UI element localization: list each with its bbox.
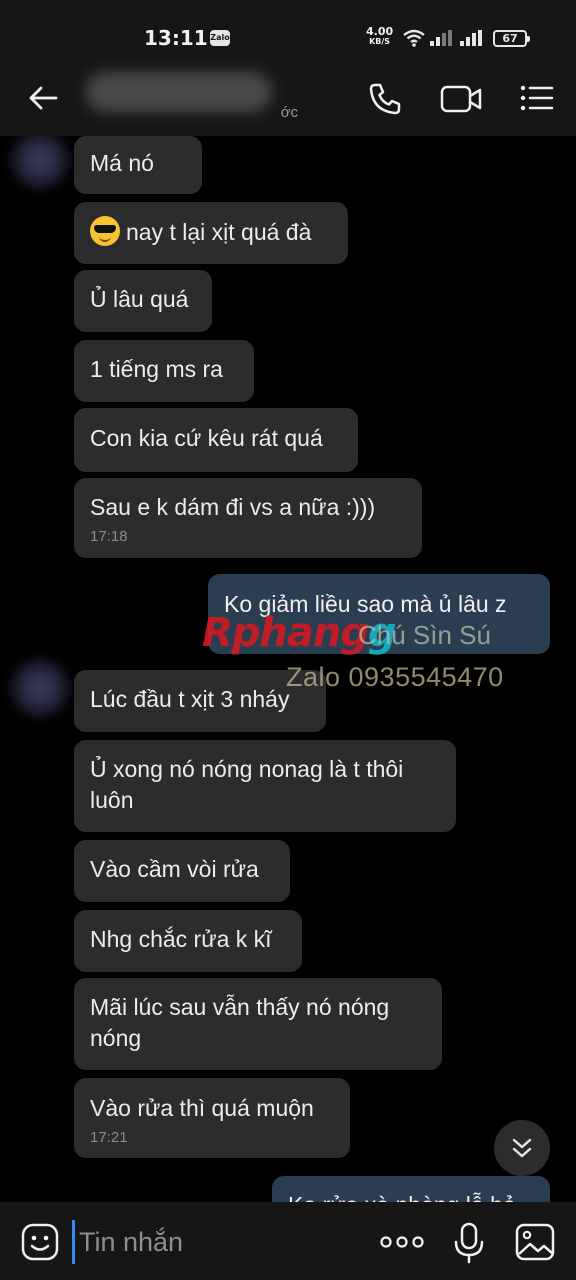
message-bubble[interactable]: Má nó: [74, 136, 202, 194]
battery-icon: 67: [493, 30, 530, 47]
message-composer: [0, 1202, 576, 1280]
message-text: Vào cầm vòi rửa: [90, 856, 259, 882]
message-text: 1 tiếng ms ra: [90, 356, 223, 382]
scroll-to-bottom-button[interactable]: [494, 1120, 550, 1176]
message-text-content: nay t lại xịt quá đà: [126, 219, 312, 245]
message-text: Sau e k dám đi vs a nữa :))): [90, 494, 376, 520]
message-text: Con kia cứ kêu rát quá: [90, 425, 323, 451]
cool-sunglasses-emoji-icon: [90, 216, 120, 246]
message-bubble[interactable]: nay t lại xịt quá đà: [74, 202, 348, 264]
phone-icon[interactable]: [366, 80, 404, 118]
outgoing-message-bubble[interactable]: Ko rửa xà phòng lỗ bỏ: [272, 1176, 550, 1202]
more-options-icon[interactable]: [378, 1230, 426, 1254]
message-bubble[interactable]: Mãi lúc sau vẫn thấy nó nóng nóng: [74, 978, 442, 1070]
message-text: Má nó: [90, 150, 154, 176]
message-bubble[interactable]: Ủ xong nó nóng nonag là t thôi luôn: [74, 740, 456, 832]
message-bubble[interactable]: Ủ lâu quá: [74, 270, 212, 332]
message-text: Mãi lúc sau vẫn thấy nó nóng: [90, 994, 390, 1020]
signal-sim2-icon: [460, 30, 482, 46]
message-bubble[interactable]: Sau e k dám đi vs a nữa :))) 17:18: [74, 478, 422, 558]
network-speed-unit: KB/S: [369, 37, 391, 46]
message-text: Ko rửa xà phòng lỗ bỏ: [288, 1190, 534, 1202]
menu-list-icon[interactable]: [520, 82, 554, 114]
contact-status: ớc: [280, 104, 298, 121]
back-arrow-icon[interactable]: [26, 80, 62, 116]
message-text: nay t lại xịt quá đà: [90, 216, 332, 248]
message-bubble[interactable]: Vào rửa thì quá muộn 17:21: [74, 1078, 350, 1158]
message-text: Ủ lâu quá: [90, 286, 189, 312]
status-time: 13:11: [144, 26, 208, 50]
message-text: Nhg chắc rửa k kĩ: [90, 926, 272, 952]
message-time: 17:21: [90, 1129, 128, 1146]
watermark-subtitle: Chú Sìn Sú: [358, 620, 491, 650]
watermark-contact: Zalo 0935545470: [286, 662, 504, 692]
message-bubble[interactable]: Vào cầm vòi rửa: [74, 840, 290, 902]
emoji-sticker-icon[interactable]: [20, 1222, 60, 1262]
message-text: Vào rửa thì quá muộn: [90, 1095, 314, 1121]
message-bubble[interactable]: 1 tiếng ms ra: [74, 340, 254, 402]
contact-avatar[interactable]: [10, 136, 70, 190]
message-text-line2: nóng: [90, 1025, 142, 1051]
message-bubble[interactable]: Nhg chắc rửa k kĩ: [74, 910, 302, 972]
wifi-icon: [403, 29, 425, 47]
video-call-icon[interactable]: [440, 82, 482, 116]
image-gallery-icon[interactable]: [514, 1222, 556, 1262]
contact-avatar[interactable]: [10, 658, 70, 718]
message-text-line2: luôn: [90, 787, 134, 813]
message-text: Lúc đầu t xịt 3 nháy: [90, 686, 290, 712]
network-speed: 4.00 KB/S: [366, 26, 393, 47]
status-bar: 13:11 Zalo 4.00 KB/S 67: [0, 0, 576, 60]
zalo-notification-icon: Zalo: [210, 30, 230, 46]
message-time: 17:18: [90, 528, 128, 545]
message-bubble[interactable]: Con kia cứ kêu rát quá: [74, 408, 358, 472]
watermark-logo-part1: Rphang: [202, 610, 369, 656]
message-text: Ủ xong nó nóng nonag là t thôi: [90, 756, 404, 782]
chat-header: ớc: [0, 60, 576, 136]
microphone-icon[interactable]: [450, 1222, 488, 1264]
message-input[interactable]: [72, 1220, 342, 1264]
double-chevron-down-icon: [512, 1138, 532, 1158]
signal-sim1-icon: [430, 30, 452, 46]
